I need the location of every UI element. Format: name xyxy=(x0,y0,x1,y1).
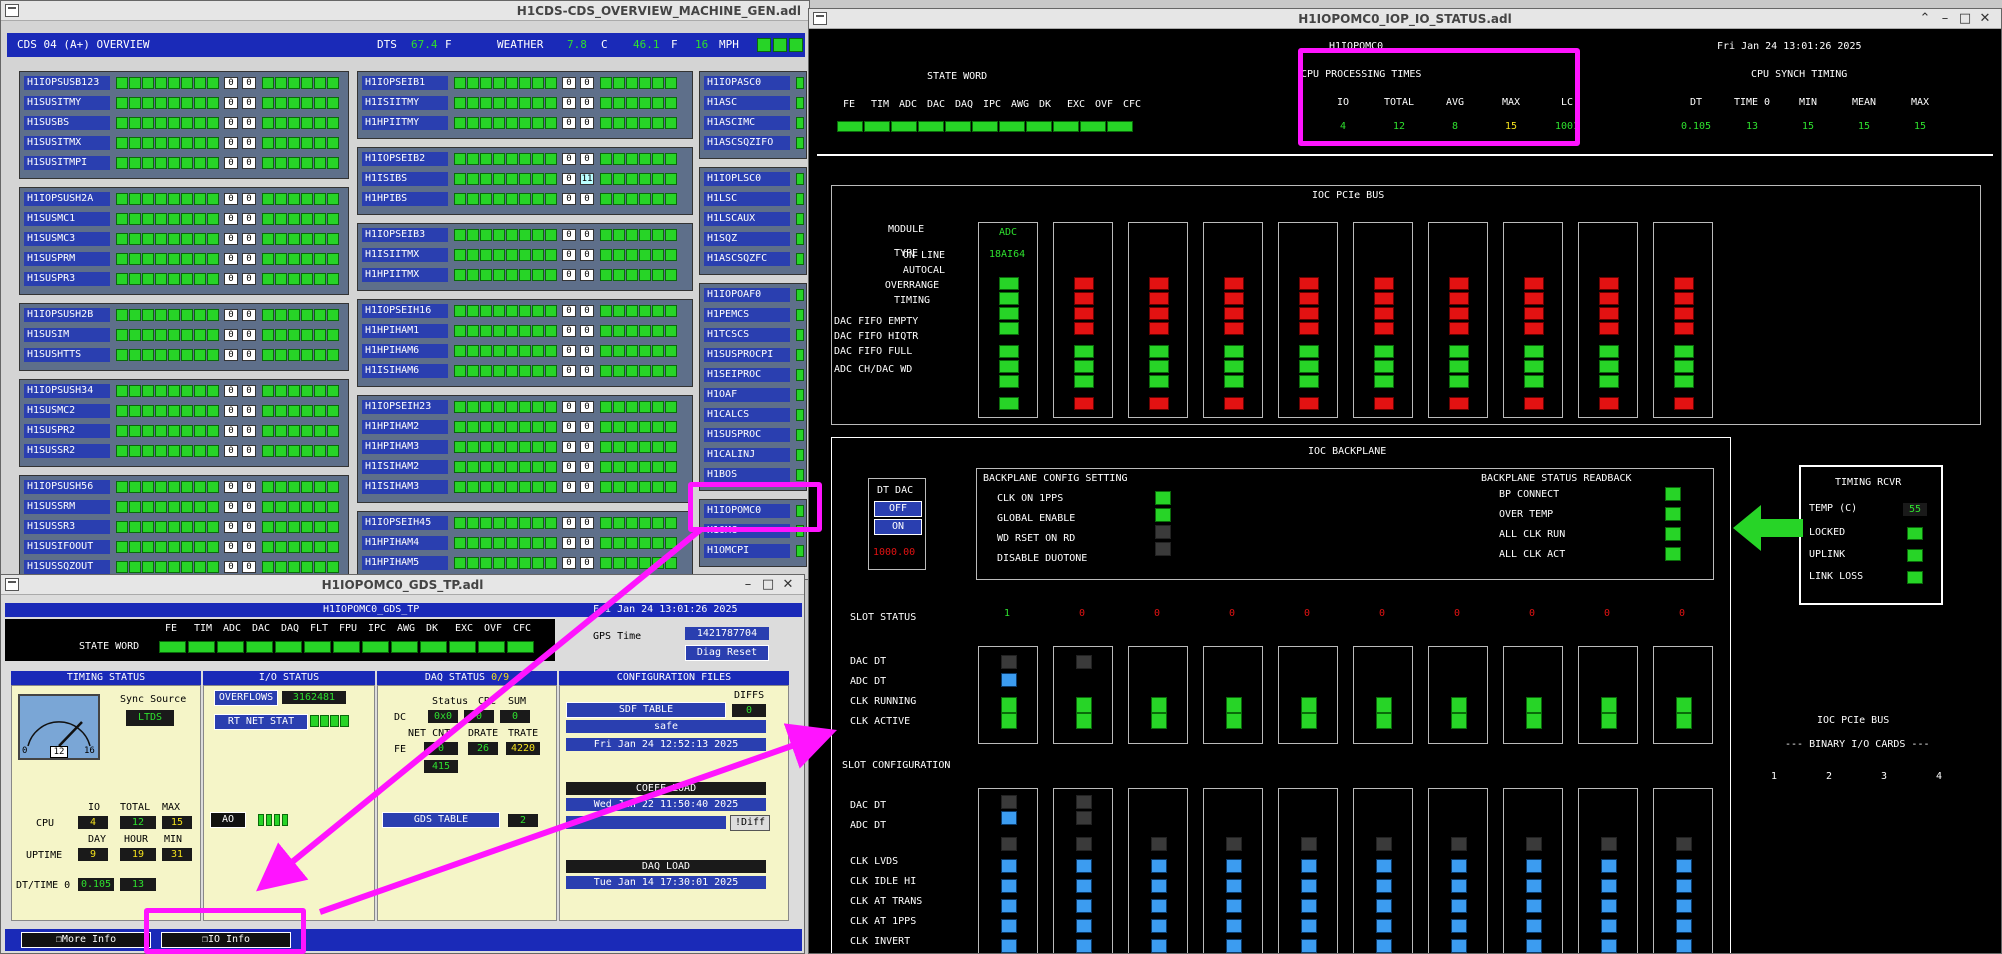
annotation-arrows-icon xyxy=(256,527,837,915)
